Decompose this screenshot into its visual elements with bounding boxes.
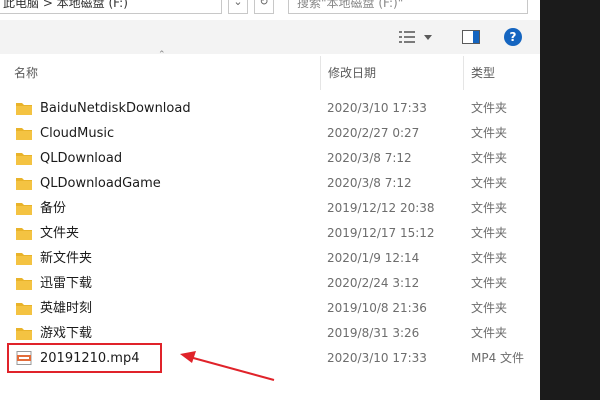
highlight-annotation-box: [7, 343, 162, 373]
folder-icon: [16, 253, 32, 265]
folder-icon: [16, 178, 32, 190]
file-name: BaiduNetdiskDownload: [40, 101, 191, 116]
folder-icon: [16, 103, 32, 115]
folder-icon: [16, 328, 32, 340]
refresh-button[interactable]: ↻: [254, 0, 274, 14]
list-item[interactable]: 新文件夹 2020/1/9 12:14 文件夹: [0, 246, 542, 271]
file-name: 新文件夹: [40, 251, 93, 266]
address-bar[interactable]: 此电脑 > 本地磁盘 (F:): [0, 0, 222, 14]
file-type: 文件夹: [471, 201, 508, 215]
file-type: MP4 文件: [471, 351, 525, 365]
list-item[interactable]: CloudMusic 2020/2/27 0:27 文件夹: [0, 121, 542, 146]
folder-icon: [16, 303, 32, 315]
file-date: 2020/3/8 7:12: [327, 151, 412, 165]
column-header-name[interactable]: 名称: [14, 56, 38, 90]
preview-pane-button[interactable]: [456, 20, 486, 54]
sort-ascending-icon: ⌃: [158, 50, 166, 60]
file-date: 2019/12/12 20:38: [327, 201, 435, 215]
address-bar-area: 此电脑 > 本地磁盘 (F:) ⌄ ↻ 搜索"本地磁盘 (F:)": [0, 0, 542, 16]
folder-icon: [16, 228, 32, 240]
annotation-arrow-icon: [180, 351, 275, 381]
file-date: 2020/3/10 17:33: [327, 351, 427, 365]
file-type: 文件夹: [471, 251, 508, 265]
file-name: QLDownloadGame: [40, 176, 161, 191]
list-item[interactable]: 迅雷下载 2020/2/24 3:12 文件夹: [0, 271, 542, 296]
file-name: 文件夹: [40, 226, 80, 241]
list-item[interactable]: 备份 2019/12/12 20:38 文件夹: [0, 196, 542, 221]
file-type: 文件夹: [471, 301, 508, 315]
file-date: 2019/8/31 3:26: [327, 326, 420, 340]
list-item[interactable]: 英雄时刻 2019/10/8 21:36 文件夹: [0, 296, 542, 321]
address-dropdown-button[interactable]: ⌄: [228, 0, 248, 14]
folder-icon: [16, 153, 32, 165]
file-date: 2019/12/17 15:12: [327, 226, 435, 240]
folder-icon: [16, 278, 32, 290]
folder-icon: [16, 128, 32, 140]
desktop-background: [540, 0, 600, 400]
help-icon: ?: [504, 28, 522, 46]
view-details-icon: [399, 31, 415, 43]
file-type: 文件夹: [471, 151, 508, 165]
refresh-icon: ↻: [259, 0, 269, 8]
file-date: 2019/10/8 21:36: [327, 301, 427, 315]
file-date: 2020/3/10 17:33: [327, 101, 427, 115]
list-item[interactable]: QLDownload 2020/3/8 7:12 文件夹: [0, 146, 542, 171]
file-type: 文件夹: [471, 276, 508, 290]
chevron-down-icon: ⌄: [233, 0, 243, 8]
column-divider[interactable]: [320, 56, 321, 90]
file-type: 文件夹: [471, 126, 508, 140]
file-date: 2020/3/8 7:12: [327, 176, 412, 190]
file-name: 英雄时刻: [40, 301, 93, 316]
caret-down-icon: [424, 34, 432, 40]
list-item[interactable]: BaiduNetdiskDownload 2020/3/10 17:33 文件夹: [0, 96, 542, 121]
file-type: 文件夹: [471, 101, 508, 115]
file-list: BaiduNetdiskDownload 2020/3/10 17:33 文件夹…: [0, 96, 542, 371]
list-item[interactable]: 文件夹 2019/12/17 15:12 文件夹: [0, 221, 542, 246]
file-name: QLDownload: [40, 151, 123, 166]
folder-icon: [16, 203, 32, 215]
column-divider[interactable]: [463, 56, 464, 90]
column-header-type[interactable]: 类型: [471, 56, 495, 90]
file-date: 2020/2/27 0:27: [327, 126, 420, 140]
column-headers: 名称 修改日期 类型: [0, 56, 542, 90]
file-type: 文件夹: [471, 226, 508, 240]
file-explorer-window: 此电脑 > 本地磁盘 (F:) ⌄ ↻ 搜索"本地磁盘 (F:)" ? 名称 修…: [0, 0, 542, 400]
file-type: 文件夹: [471, 176, 508, 190]
preview-pane-icon: [462, 30, 480, 44]
toolbar: ?: [0, 20, 542, 54]
file-name: 备份: [40, 201, 67, 216]
file-type: 文件夹: [471, 326, 508, 340]
file-name: 迅雷下载: [40, 276, 93, 291]
file-date: 2020/2/24 3:12: [327, 276, 420, 290]
search-input[interactable]: 搜索"本地磁盘 (F:)": [288, 0, 528, 14]
column-header-date[interactable]: 修改日期: [328, 56, 376, 90]
view-dropdown-button[interactable]: [418, 20, 438, 54]
list-item[interactable]: QLDownloadGame 2020/3/8 7:12 文件夹: [0, 171, 542, 196]
file-name: CloudMusic: [40, 126, 115, 141]
file-date: 2020/1/9 12:14: [327, 251, 420, 265]
help-button[interactable]: ?: [498, 20, 528, 54]
